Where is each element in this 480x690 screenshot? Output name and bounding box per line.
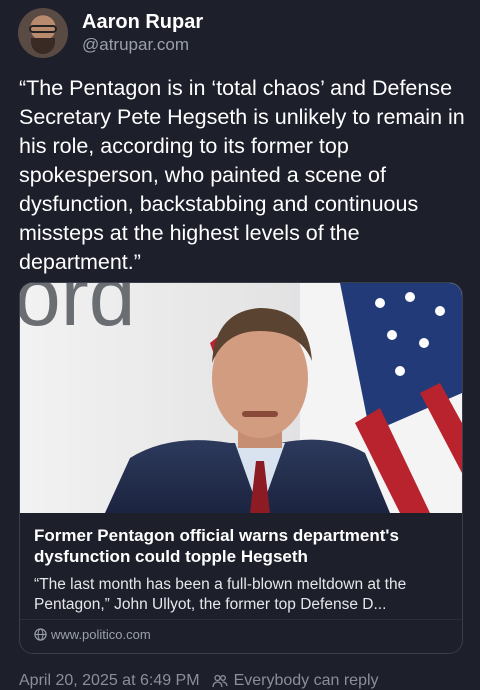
link-card[interactable]: ord Former Pentagon official warns depar… [19,282,463,654]
reply-visibility[interactable]: Everybody can reply [234,672,379,690]
author-name[interactable]: Aaron Rupar [82,10,203,34]
post-footer: April 20, 2025 at 6:49 PM Everybody can … [19,672,379,690]
author-avatar[interactable] [18,8,68,58]
link-card-text: Former Pentagon official warns departmen… [20,513,462,615]
post-text: “The Pentagon is in ‘total chaos’ and De… [19,76,465,274]
globe-icon [34,628,47,641]
news-photo: ord [20,283,462,513]
link-card-domain-text: www.politico.com [51,627,151,642]
link-card-domain[interactable]: www.politico.com [34,627,151,642]
link-card-divider [20,619,462,620]
post-header: Aaron Rupar @atrupar.com [18,8,203,58]
avatar-glasses [29,25,57,33]
link-card-title[interactable]: Former Pentagon official warns departmen… [34,525,448,567]
author-info: Aaron Rupar @atrupar.com [82,10,203,56]
post-timestamp[interactable]: April 20, 2025 at 6:49 PM [19,672,200,690]
background-lettering: ord [20,283,135,343]
avatar-beard [31,38,55,54]
link-card-description: “The last month has been a full-blown me… [34,576,407,613]
author-handle[interactable]: @atrupar.com [82,34,203,56]
link-card-image: ord [20,283,462,513]
